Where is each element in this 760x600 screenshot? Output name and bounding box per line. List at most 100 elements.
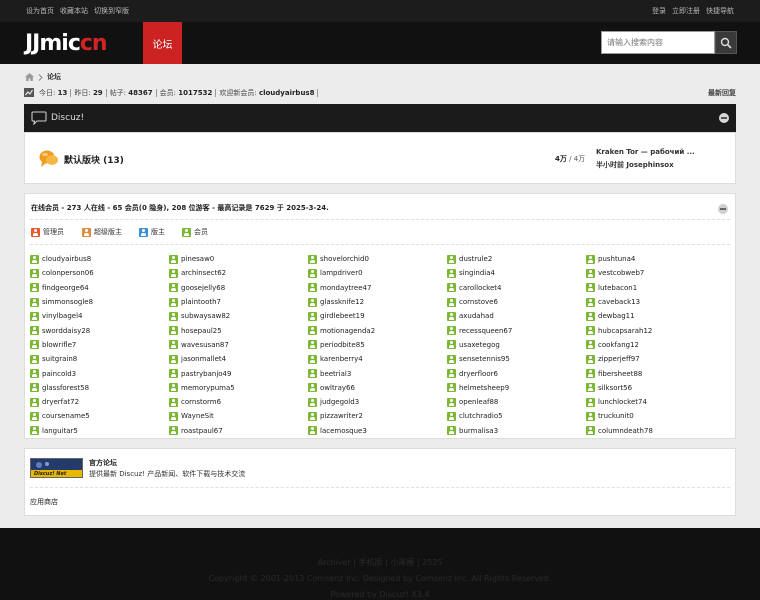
online-member-item[interactable]: languitar5	[30, 424, 169, 438]
online-member-item[interactable]: dewbag11	[586, 309, 725, 323]
online-member-item[interactable]: cornstove6	[447, 295, 586, 309]
online-member-item[interactable]: usaxetegog	[447, 338, 586, 352]
online-member-item[interactable]: hubcapsarah12	[586, 323, 725, 337]
member-user-icon	[586, 397, 595, 407]
nav-forum-tab[interactable]: 论坛	[143, 22, 182, 64]
online-member-item[interactable]: singindia4	[447, 266, 586, 280]
online-member-item[interactable]: pastrybanjo49	[169, 366, 308, 380]
member-user-icon	[447, 297, 456, 307]
footer-links[interactable]: Archiver | 手机版 | 小黑屋 | 2525	[0, 557, 760, 568]
online-member-item[interactable]: simmonsogle8	[30, 295, 169, 309]
online-member-item[interactable]: plaintooth7	[169, 295, 308, 309]
online-member-item[interactable]: columndeath78	[586, 424, 725, 438]
online-member-item[interactable]: lutebacon1	[586, 281, 725, 295]
online-member-item[interactable]: glassknife12	[308, 295, 447, 309]
last-post-title-link[interactable]: Kraken Tor — рабочий ...	[596, 148, 695, 156]
official-forum-banner[interactable]: Discuz! Net	[30, 458, 83, 478]
member-user-icon	[30, 311, 39, 321]
collapse-toggle-icon[interactable]	[719, 113, 729, 123]
online-member-item[interactable]: helmetsheep9	[447, 381, 586, 395]
online-member-item[interactable]: cornstorm6	[169, 395, 308, 409]
official-forum-link[interactable]: 官方论坛	[89, 458, 117, 468]
online-member-item[interactable]: pizzawriter2	[308, 409, 447, 423]
online-member-item[interactable]: carollocket4	[447, 281, 586, 295]
member-username: simmonsogle8	[42, 298, 94, 307]
login-link[interactable]: 登录	[652, 6, 666, 16]
member-username: shovelorchid0	[320, 255, 369, 264]
latest-replies-link[interactable]: 最新回复	[708, 88, 736, 98]
online-member-item[interactable]: lunchlocket74	[586, 395, 725, 409]
online-member-item[interactable]: pinesaw0	[169, 252, 308, 266]
online-member-item[interactable]: judgegold3	[308, 395, 447, 409]
app-store-link[interactable]: 应用商店	[30, 497, 58, 507]
online-member-item[interactable]: hosepaul25	[169, 323, 308, 337]
online-member-item[interactable]: dryerfat72	[30, 395, 169, 409]
set-homepage-link[interactable]: 设为首页	[26, 6, 54, 16]
online-member-item[interactable]: coursename5	[30, 409, 169, 423]
online-member-item[interactable]: vinylbagel4	[30, 309, 169, 323]
forum-name-link[interactable]: 默认版块 (13)	[64, 153, 124, 166]
online-member-item[interactable]: lampdriver0	[308, 266, 447, 280]
online-member-item[interactable]: colonperson06	[30, 266, 169, 280]
newest-member-link[interactable]: cloudyairbus8	[259, 89, 315, 97]
online-member-item[interactable]: fibersheet88	[586, 366, 725, 380]
online-member-item[interactable]: suitgrain8	[30, 352, 169, 366]
online-member-item[interactable]: zipperjeff97	[586, 352, 725, 366]
online-collapse-toggle-icon[interactable]	[718, 204, 728, 214]
online-member-item[interactable]: truckunit0	[586, 409, 725, 423]
online-member-item[interactable]: cloudyairbus8	[30, 252, 169, 266]
online-member-item[interactable]: wavesusan87	[169, 338, 308, 352]
online-member-item[interactable]: memorypuma5	[169, 381, 308, 395]
online-member-item[interactable]: lacemosque3	[308, 424, 447, 438]
online-member-item[interactable]: burmalisa3	[447, 424, 586, 438]
online-member-item[interactable]: clutchradio5	[447, 409, 586, 423]
online-member-item[interactable]: dustrule2	[447, 252, 586, 266]
site-logo[interactable]: JJmic cn	[25, 31, 108, 56]
member-user-icon	[586, 268, 595, 278]
online-member-item[interactable]: subwaysaw82	[169, 309, 308, 323]
last-post-meta[interactable]: 半小时前 Josephinsox	[596, 160, 674, 170]
online-member-item[interactable]: blowrifle7	[30, 338, 169, 352]
online-member-item[interactable]: goosejelly68	[169, 281, 308, 295]
online-member-item[interactable]: axudahad	[447, 309, 586, 323]
online-member-item[interactable]: owltray66	[308, 381, 447, 395]
online-member-item[interactable]: roastpaul67	[169, 424, 308, 438]
online-member-item[interactable]: jasonmallet4	[169, 352, 308, 366]
forum-counts: 4万 / 4万	[555, 155, 586, 163]
online-member-item[interactable]: pushtuna4	[586, 252, 725, 266]
online-member-item[interactable]: silksort56	[586, 381, 725, 395]
member-user-icon	[182, 227, 191, 237]
online-member-item[interactable]: glassforest58	[30, 381, 169, 395]
switch-narrow-link[interactable]: 切换到窄版	[94, 6, 129, 16]
online-member-item[interactable]: karenberry4	[308, 352, 447, 366]
home-icon[interactable]	[25, 73, 34, 81]
online-member-item[interactable]: archinsect62	[169, 266, 308, 280]
online-member-item[interactable]: openleaf88	[447, 395, 586, 409]
online-member-item[interactable]: WayneSit	[169, 409, 308, 423]
online-member-item[interactable]: sworddaisy28	[30, 323, 169, 337]
quick-nav-link[interactable]: 快捷导航	[706, 6, 734, 16]
online-member-item[interactable]: girdlebeet19	[308, 309, 447, 323]
member-user-icon	[169, 397, 178, 407]
online-member-item[interactable]: beetrial3	[308, 366, 447, 380]
online-member-item[interactable]: shovelorchid0	[308, 252, 447, 266]
online-member-item[interactable]: vestcobweb7	[586, 266, 725, 280]
search-button[interactable]	[715, 31, 737, 54]
member-username: mondaytree47	[320, 283, 372, 292]
online-member-item[interactable]: mondaytree47	[308, 281, 447, 295]
online-member-item[interactable]: motionagenda2	[308, 323, 447, 337]
online-member-item[interactable]: periodbite85	[308, 338, 447, 352]
online-member-item[interactable]: dryerfloor6	[447, 366, 586, 380]
online-member-item[interactable]: caveback13	[586, 295, 725, 309]
member-user-icon	[30, 340, 39, 350]
online-member-item[interactable]: findgeorge64	[30, 281, 169, 295]
bookmark-site-link[interactable]: 收藏本站	[60, 6, 88, 16]
online-member-item[interactable]: paincold3	[30, 366, 169, 380]
online-member-item[interactable]: sensetennis95	[447, 352, 586, 366]
search-input[interactable]	[601, 31, 715, 54]
online-member-item[interactable]: cookfang12	[586, 338, 725, 352]
register-link[interactable]: 立即注册	[672, 6, 700, 16]
breadcrumb-current[interactable]: 论坛	[47, 72, 61, 82]
category-title[interactable]: Discuz!	[51, 113, 84, 123]
online-member-item[interactable]: recessqueen67	[447, 323, 586, 337]
